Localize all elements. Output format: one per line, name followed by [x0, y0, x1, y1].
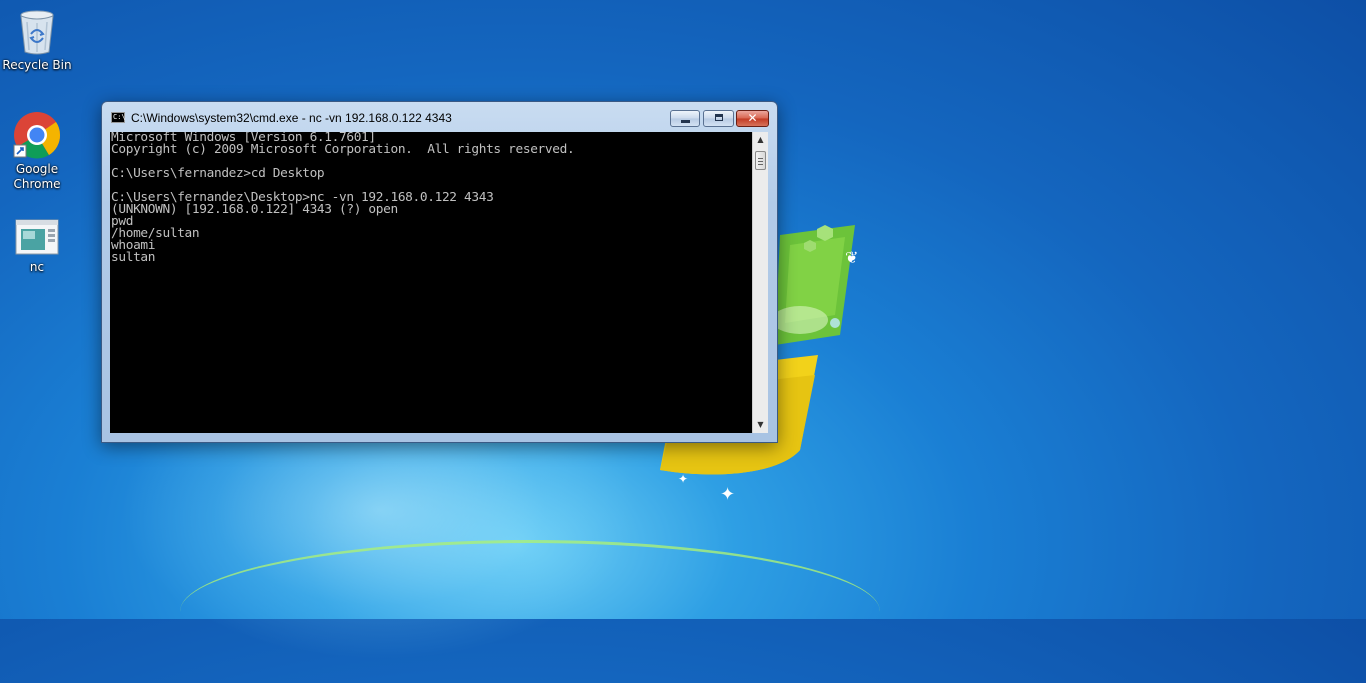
nc-desktop-icon[interactable]: nc — [0, 218, 74, 275]
console-output[interactable]: Microsoft Windows [Version 6.1.7601] Cop… — [110, 132, 752, 433]
scroll-up-arrow-icon[interactable]: ▲ — [753, 132, 768, 148]
close-icon: ✕ — [747, 111, 758, 125]
recycle-bin-icon — [20, 10, 54, 55]
title-bar[interactable]: C:\ C:\Windows\system32\cmd.exe - nc -vn… — [102, 102, 777, 132]
maximize-button[interactable] — [703, 110, 734, 127]
google-chrome-desktop-icon[interactable]: Google Chrome — [0, 110, 74, 192]
window-title: C:\Windows\system32\cmd.exe - nc -vn 192… — [131, 111, 452, 125]
scroll-down-arrow-icon[interactable]: ▼ — [753, 417, 768, 433]
cmd-window[interactable]: C:\ C:\Windows\system32\cmd.exe - nc -vn… — [101, 101, 778, 443]
console-text: Microsoft Windows [Version 6.1.7601] Cop… — [111, 132, 575, 265]
vertical-scrollbar[interactable]: ▲ ▼ — [752, 132, 768, 433]
executable-icon — [15, 219, 59, 255]
chrome-icon — [13, 112, 61, 159]
minimize-icon — [681, 120, 690, 123]
wallpaper-swoosh — [180, 540, 880, 683]
close-button[interactable]: ✕ — [736, 110, 769, 127]
scrollbar-thumb[interactable] — [755, 151, 766, 170]
svg-text:✦: ✦ — [678, 472, 688, 486]
svg-text:❦: ❦ — [845, 248, 858, 267]
cmd-icon: C:\ — [111, 112, 126, 123]
desktop-icon-label: nc — [29, 260, 45, 274]
svg-text:✦: ✦ — [720, 484, 735, 505]
maximize-icon — [715, 114, 723, 121]
desktop-icon-label: Recycle Bin — [2, 58, 72, 72]
recycle-bin-desktop-icon[interactable]: Recycle Bin — [0, 8, 74, 73]
desktop-icon-label: Google Chrome — [13, 162, 61, 191]
minimize-button[interactable] — [670, 110, 700, 127]
